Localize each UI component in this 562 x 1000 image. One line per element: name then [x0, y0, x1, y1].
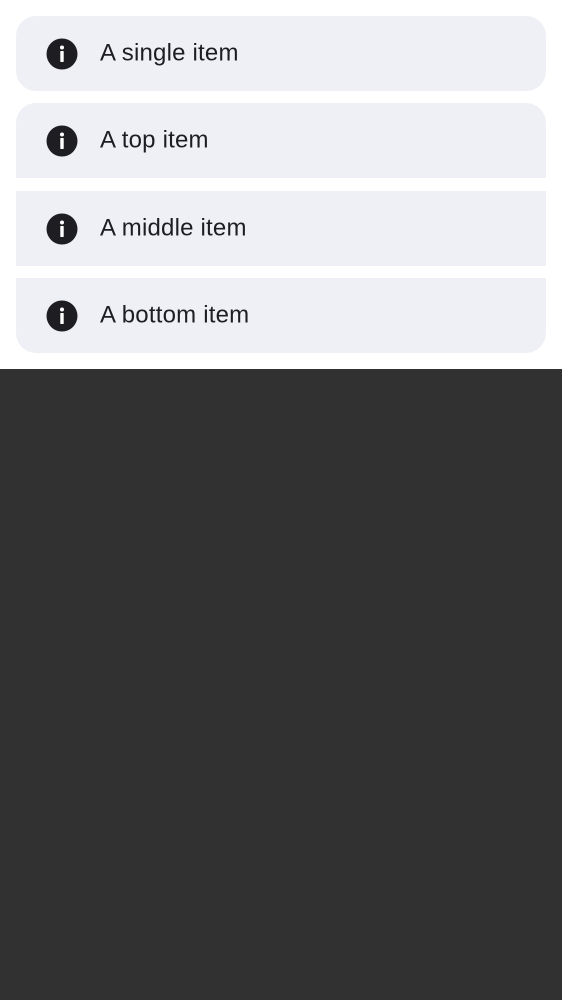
list-item-label: A single item: [100, 38, 239, 66]
info-icon: [46, 125, 78, 156]
list-item-label: A middle item: [100, 213, 247, 241]
info-icon: [46, 38, 78, 69]
list-item-bottom[interactable]: A bottom item: [16, 278, 546, 353]
list-item-middle[interactable]: A middle item: [16, 191, 546, 266]
info-icon: [46, 300, 78, 331]
list-item-single[interactable]: A single item: [16, 16, 546, 91]
info-icon: [46, 213, 78, 244]
list-panel: A single item A top item A middle item A…: [0, 0, 562, 369]
empty-background-area: [0, 369, 562, 1000]
list-item-label: A top item: [100, 125, 209, 153]
list-item-label: A bottom item: [100, 300, 250, 328]
list-item-top[interactable]: A top item: [16, 103, 546, 178]
